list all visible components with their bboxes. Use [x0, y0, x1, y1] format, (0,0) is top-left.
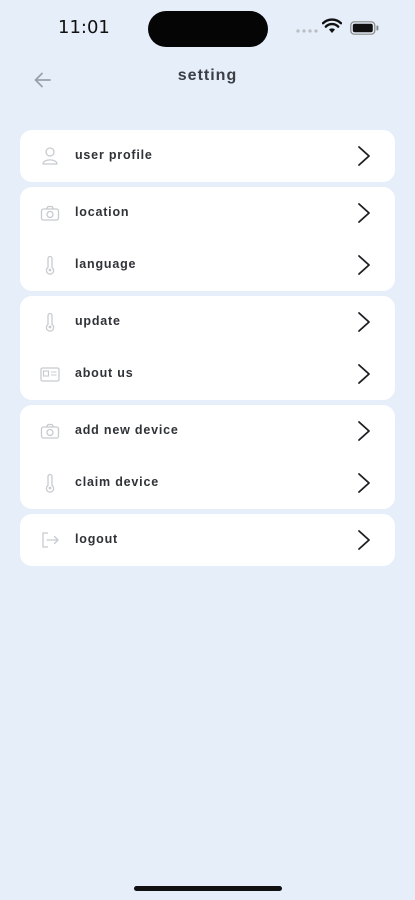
chevron-right-icon	[358, 312, 370, 332]
settings-card: logout	[20, 514, 395, 566]
thermometer-icon	[45, 312, 55, 332]
wifi-icon	[322, 18, 342, 33]
settings-item-label: about us	[75, 366, 134, 380]
chevron-right-icon	[358, 364, 370, 384]
settings-item-label: update	[75, 314, 121, 328]
chevron-right-icon	[358, 473, 370, 493]
settings-item-claim-device[interactable]: claim device	[20, 457, 395, 509]
battery-icon	[350, 21, 379, 35]
settings-item-label: location	[75, 205, 130, 219]
settings-card: user profile	[20, 130, 395, 182]
settings-item-label: user profile	[75, 148, 153, 162]
camera-icon	[40, 423, 60, 439]
settings-card: location language	[20, 187, 395, 291]
page-title: setting	[177, 67, 238, 84]
settings-item-label: claim device	[75, 475, 159, 489]
camera-icon	[40, 205, 60, 221]
signal-icon	[296, 29, 318, 33]
thermometer-icon	[45, 473, 55, 493]
settings-item-logout[interactable]: logout	[20, 514, 395, 566]
dynamic-island	[148, 11, 268, 47]
chevron-right-icon	[358, 146, 370, 166]
logout-icon	[42, 532, 59, 548]
chevron-right-icon	[358, 255, 370, 275]
settings-item-language[interactable]: language	[20, 239, 395, 291]
chevron-right-icon	[358, 530, 370, 550]
chevron-right-icon	[358, 203, 370, 223]
user-icon	[42, 147, 58, 165]
thermometer-icon	[45, 255, 55, 275]
chevron-right-icon	[358, 421, 370, 441]
home-indicator	[134, 886, 282, 891]
settings-item-location[interactable]: location	[20, 187, 395, 239]
settings-item-add-new-device[interactable]: add new device	[20, 405, 395, 457]
id-card-icon	[40, 367, 60, 382]
settings-item-user-profile[interactable]: user profile	[20, 130, 395, 182]
settings-card: add new device claim device	[20, 405, 395, 509]
settings-item-label: logout	[75, 532, 118, 546]
settings-item-label: language	[75, 257, 137, 271]
settings-item-label: add new device	[75, 423, 179, 437]
settings-item-update[interactable]: update	[20, 296, 395, 348]
status-bar: 11:01	[0, 0, 415, 54]
status-time: 11:01	[58, 17, 110, 38]
settings-card: update about us	[20, 296, 395, 400]
settings-item-about-us[interactable]: about us	[20, 348, 395, 400]
